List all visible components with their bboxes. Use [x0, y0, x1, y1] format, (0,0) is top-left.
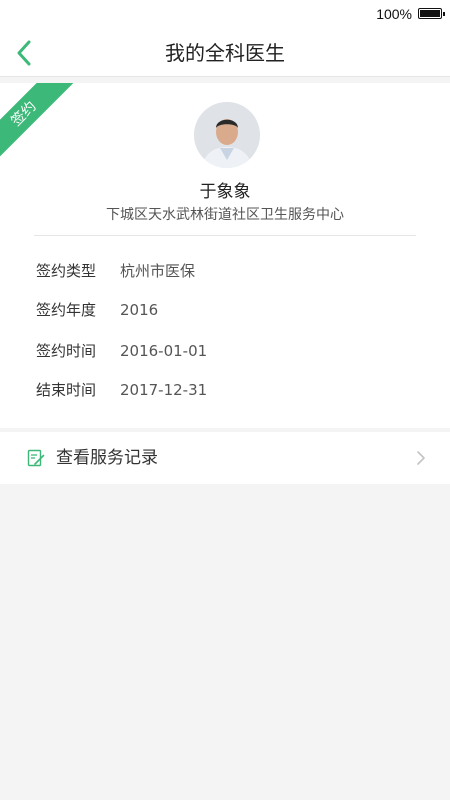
nav-bar: 我的全科医生	[0, 30, 450, 77]
contract-type-value: 杭州市医保	[120, 262, 196, 280]
edit-record-icon	[27, 449, 45, 467]
doctor-name: 于象象	[199, 182, 251, 202]
service-record-label: 查看服务记录	[56, 448, 158, 468]
contract-type-label: 签约类型	[36, 262, 97, 280]
contract-start-label: 签约时间	[36, 342, 97, 360]
chevron-right-icon	[417, 451, 425, 465]
back-button[interactable]	[6, 34, 42, 72]
contract-end-label: 结束时间	[36, 381, 97, 399]
contract-end-value: 2017-12-31	[120, 381, 208, 399]
contract-year-value: 2016	[120, 301, 159, 319]
service-record-button[interactable]: 查看服务记录	[0, 432, 450, 484]
info-row-contract-start: 签约时间 2016-01-01	[36, 339, 207, 363]
info-row-contract-type: 签约类型 杭州市医保	[36, 259, 195, 283]
doctor-organization: 下城区天水武林街道社区卫生服务中心	[106, 207, 344, 223]
battery-icon	[418, 8, 445, 19]
info-row-contract-end: 结束时间 2017-12-31	[36, 378, 207, 402]
page-title: 我的全科医生	[165, 41, 285, 65]
signed-badge: 签约	[0, 83, 76, 166]
avatar	[194, 102, 260, 168]
contract-year-label: 签约年度	[36, 301, 97, 319]
back-arrow-icon	[17, 40, 31, 66]
contract-start-value: 2016-01-01	[120, 342, 208, 360]
divider	[34, 235, 416, 236]
info-row-contract-year: 签约年度 2016	[36, 298, 158, 322]
status-bar: 100%	[0, 0, 450, 30]
battery-percent: 100%	[376, 6, 412, 22]
doctor-card: 签约 于象象 下城区天水武林街道社区卫生服务中心 签约类型 杭州市医保 签约年度 2…	[0, 83, 450, 428]
